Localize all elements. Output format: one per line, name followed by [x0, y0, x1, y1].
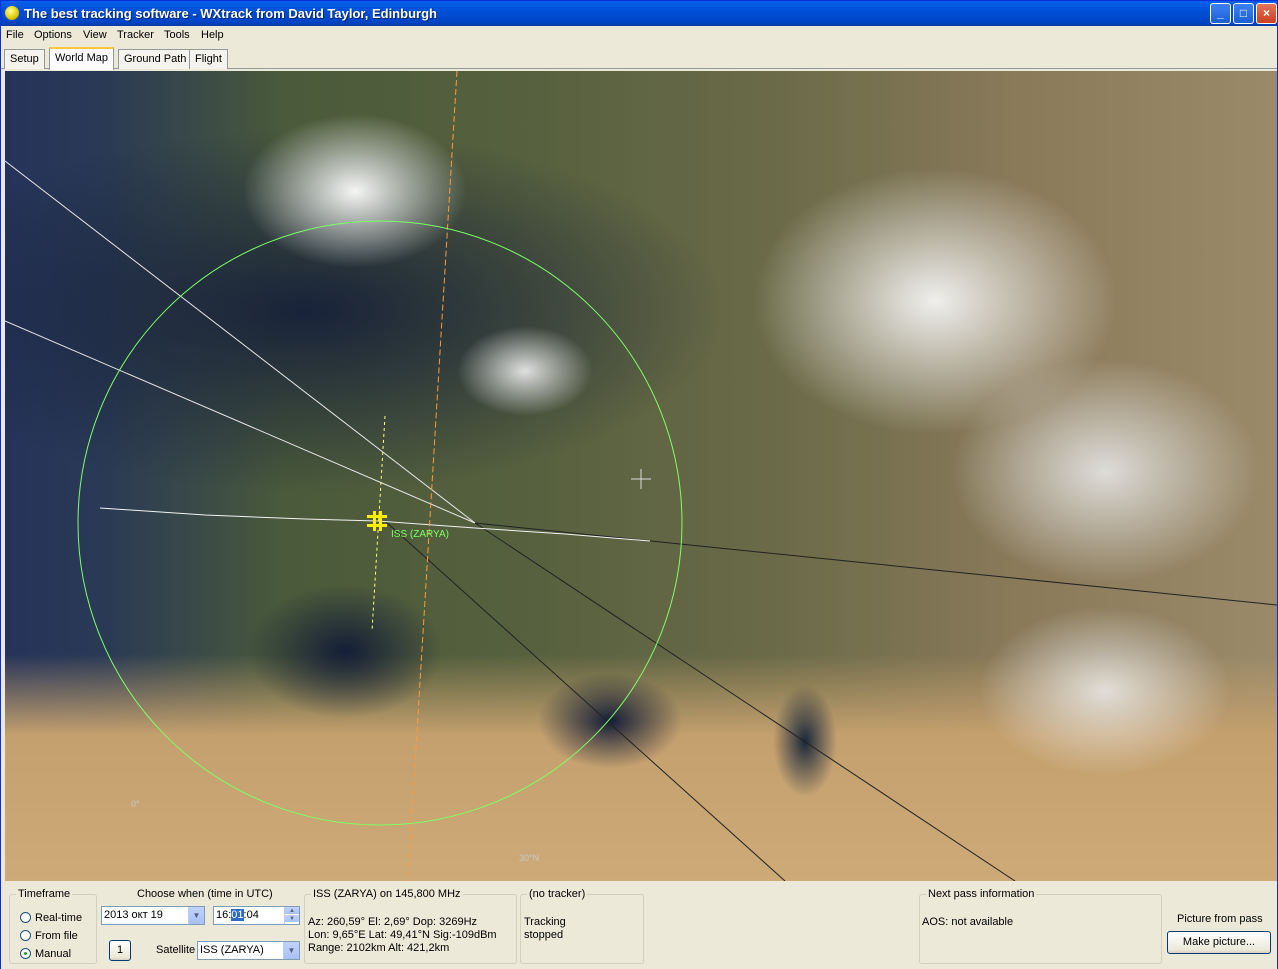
choose-when-label: Choose when (time in UTC)	[137, 888, 273, 900]
maximize-button[interactable]: □	[1233, 3, 1254, 24]
radio-label: Manual	[35, 948, 72, 960]
sat-info-range: Range: 2102km Alt: 421,2km	[308, 942, 450, 954]
close-button[interactable]: ×	[1256, 3, 1277, 24]
title-bar[interactable]: The best tracking software - WXtrack fro…	[1, 1, 1277, 26]
menu-tools[interactable]: Tools	[164, 29, 190, 41]
sat-info-group: ISS (ZARYA) on 145,800 MHz Az: 260,59° E…	[304, 888, 517, 964]
time-minutes-selected: 01	[231, 909, 244, 921]
satellite-value: ISS (ZARYA)	[200, 944, 264, 956]
sat-info-position: Lon: 9,65°E Lat: 49,41°N Sig:-109dBm	[308, 929, 497, 941]
timeframe-group: Timeframe Real-time From file Manual	[9, 888, 97, 964]
minimize-button[interactable]: _	[1210, 3, 1231, 24]
timeframe-legend: Timeframe	[18, 888, 71, 900]
map-overlay	[5, 71, 1277, 881]
radio-selected-icon	[20, 948, 31, 959]
sun-line	[5, 320, 476, 524]
step-button[interactable]: 1	[109, 940, 131, 961]
crosshair-icon	[631, 469, 651, 489]
tracker-group: (no tracker) Tracking stopped	[520, 888, 644, 964]
orbit-line-2	[384, 520, 786, 881]
app-icon	[5, 6, 19, 20]
chevron-down-icon[interactable]: ▼	[188, 907, 204, 924]
orbit-line-3	[474, 522, 1016, 881]
chevron-down-icon[interactable]: ▼	[283, 942, 299, 959]
ground-track-line	[407, 71, 458, 881]
time-hours: 16:	[216, 909, 232, 921]
menu-help[interactable]: Help	[201, 29, 224, 41]
make-picture-button[interactable]: Make picture...	[1167, 931, 1271, 954]
tracker-legend: (no tracker)	[529, 888, 586, 900]
time-input[interactable]: 16:01:04 ▲ ▼	[213, 906, 300, 925]
radio-label: From file	[35, 930, 78, 942]
tab-ground-path[interactable]: Ground Path	[118, 49, 193, 69]
radio-manual[interactable]: Manual	[20, 948, 71, 960]
next-pass-group: Next pass information AOS: not available	[919, 888, 1162, 964]
menu-file[interactable]: File	[6, 29, 24, 41]
lat-label-equator: 0°	[131, 799, 140, 809]
spin-up-icon[interactable]: ▲	[285, 907, 299, 915]
time-spinner[interactable]: ▲ ▼	[284, 907, 299, 924]
app-window: The best tracking software - WXtrack fro…	[0, 0, 1278, 969]
control-panel: Timeframe Real-time From file Manual Cho…	[1, 883, 1277, 969]
tab-setup[interactable]: Setup	[4, 49, 45, 69]
radio-from-file[interactable]: From file	[20, 930, 78, 942]
orbit-line	[474, 522, 1277, 606]
date-value: 2013 окт 19	[104, 909, 163, 921]
tracker-status-2: stopped	[524, 929, 564, 941]
radio-label: Real-time	[35, 912, 83, 924]
radio-icon	[20, 930, 31, 941]
radio-real-time[interactable]: Real-time	[20, 912, 82, 924]
menu-options[interactable]: Options	[34, 29, 72, 41]
time-seconds: :04	[243, 909, 259, 921]
date-picker[interactable]: 2013 окт 19 ▼	[101, 906, 205, 925]
next-pass-legend: Next pass information	[928, 888, 1035, 900]
tab-strip: Setup World Map Ground Path Flight	[1, 47, 1277, 70]
menu-view[interactable]: View	[83, 29, 107, 41]
menu-tracker[interactable]: Tracker	[117, 29, 154, 41]
sat-info-azimuth: Az: 260,59° El: 2,69° Dop: 3269Hz	[308, 916, 478, 928]
satellite-select[interactable]: ISS (ZARYA) ▼	[197, 941, 300, 960]
satellite-label: Satellite	[156, 944, 196, 956]
next-pass-text: AOS: not available	[922, 916, 1014, 928]
satellite-map-label: ISS (ZARYA)	[391, 529, 449, 540]
lat-label-30n: 30°N	[519, 853, 540, 863]
menu-bar: File Options View Tracker Tools Help	[1, 26, 1277, 45]
radio-icon	[20, 912, 31, 923]
world-map[interactable]: ISS (ZARYA) 0° 30°N	[5, 71, 1277, 881]
spin-down-icon[interactable]: ▼	[285, 915, 299, 923]
sat-info-legend: ISS (ZARYA) on 145,800 MHz	[313, 888, 461, 900]
tab-world-map[interactable]: World Map	[49, 47, 114, 70]
window-title: The best tracking software - WXtrack fro…	[24, 6, 437, 21]
picture-label: Picture from pass	[1177, 913, 1263, 925]
tab-flight[interactable]: Flight	[189, 49, 228, 69]
terminator-line	[5, 160, 476, 524]
tracker-status-1: Tracking	[524, 916, 566, 928]
